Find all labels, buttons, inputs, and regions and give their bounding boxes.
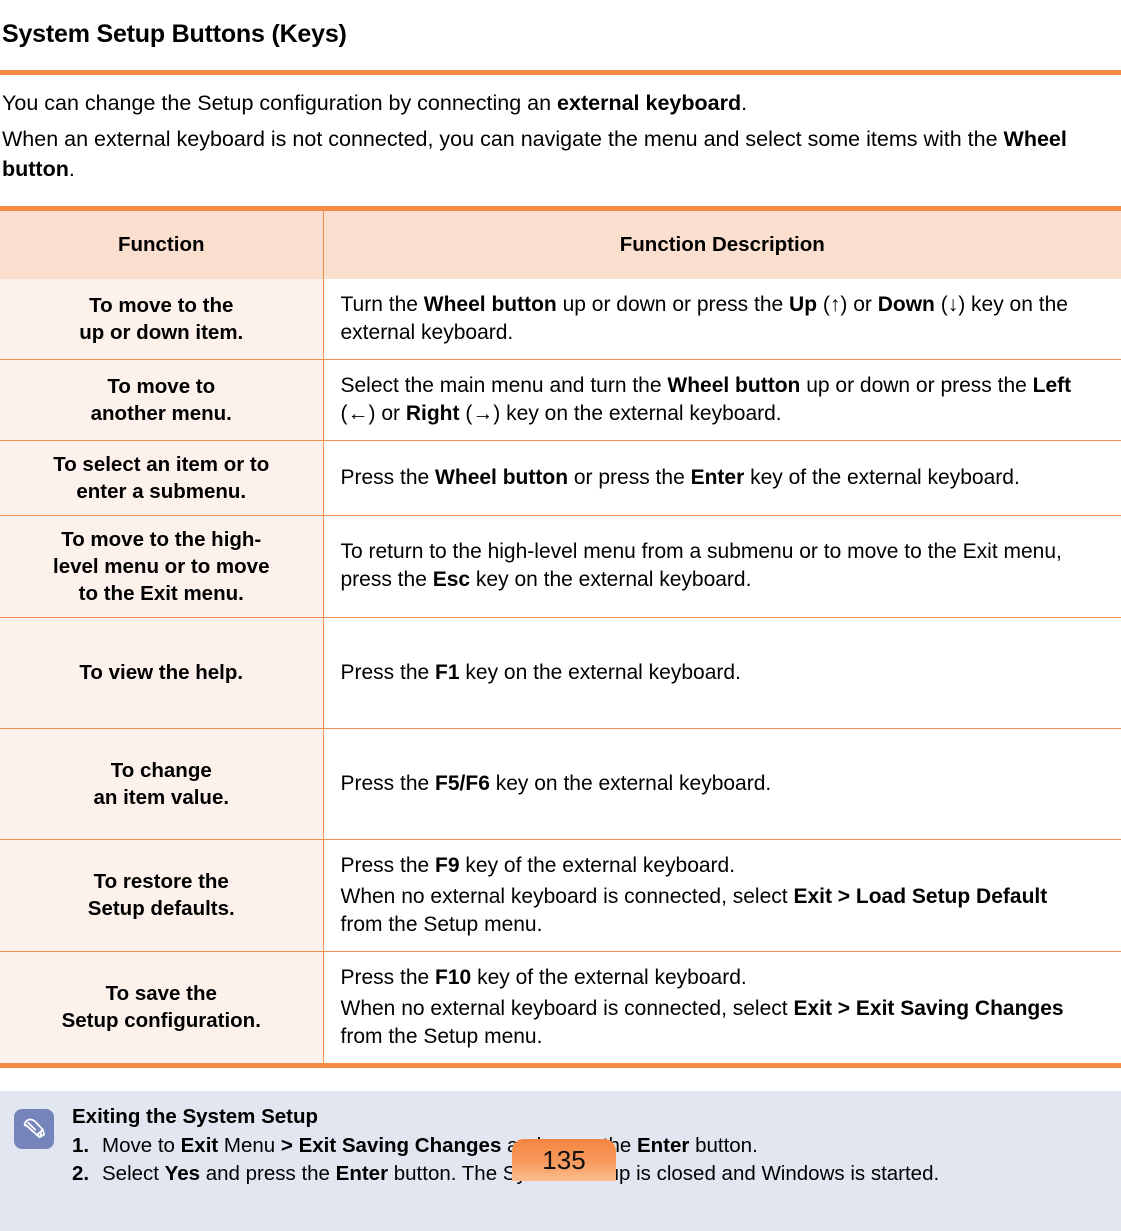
intro-paragraphs: You can change the Setup configuration b… xyxy=(0,88,1121,184)
intro-paragraph-2: When an external keyboard is not connect… xyxy=(2,126,1067,181)
cell-function: To move to another menu. xyxy=(0,359,324,441)
cell-function: To select an item or to enter a submenu. xyxy=(0,440,324,516)
table-row: To move to another menu. Select the main m… xyxy=(0,359,1121,441)
cell-function-description: Press the F9 key of the external keyboar… xyxy=(323,839,1121,952)
description-line: When no external keyboard is connected, … xyxy=(340,884,1048,936)
column-header-function: Function xyxy=(0,210,324,279)
note-title: Exiting the System Setup xyxy=(72,1104,319,1128)
note-step-number: 1. xyxy=(72,1133,90,1157)
document-page: System Setup Buttons (Keys) You can chan… xyxy=(0,17,1121,1231)
page-number-value: 135 xyxy=(542,1144,586,1175)
function-table: Function Function Description To move to… xyxy=(0,210,1121,1063)
cell-function-description: Press the Wheel button or press the Ente… xyxy=(323,440,1121,516)
page-title: System Setup Buttons (Keys) xyxy=(2,19,347,48)
description-line: Press the F5/F6 key on the external keyb… xyxy=(340,771,772,795)
table-row: To move to the high-level menu or to mov… xyxy=(0,515,1121,618)
cell-function: To restore the Setup defaults. xyxy=(0,839,324,952)
description-line: Press the F9 key of the external keyboar… xyxy=(340,853,736,877)
cell-function: To change an item value. xyxy=(0,728,324,840)
table-row: To move to the up or down item. Turn the W… xyxy=(0,278,1121,360)
description-line: When no external keyboard is connected, … xyxy=(340,996,1064,1048)
table-body: To move to the up or down item. Turn the W… xyxy=(0,278,1121,1063)
table-header-row: Function Function Description xyxy=(0,210,1121,279)
cell-function: To save the Setup configuration. xyxy=(0,951,324,1063)
description-line: Press the F1 key on the external keyboar… xyxy=(340,660,741,684)
pencil-note-icon xyxy=(14,1108,54,1149)
cell-function-description: Select the main menu and turn the Wheel … xyxy=(323,359,1121,441)
note-step-text: Move to Exit Menu > Exit Saving Changes … xyxy=(102,1133,758,1157)
cell-function-description: Press the F5/F6 key on the external keyb… xyxy=(323,728,1121,840)
description-line: Turn the Wheel button up or down or pres… xyxy=(340,292,1068,344)
description-line: Select the main menu and turn the Wheel … xyxy=(340,373,1072,425)
cell-function-description: To return to the high-level menu from a … xyxy=(323,515,1121,618)
cell-function-description: Turn the Wheel button up or down or pres… xyxy=(323,278,1121,360)
function-table-container: Function Function Description To move to… xyxy=(0,205,1121,1068)
page-number-badge: 135 xyxy=(512,1138,616,1181)
cell-function-description: Press the F1 key on the external keyboar… xyxy=(323,617,1121,729)
cell-function: To view the help. xyxy=(0,617,324,729)
column-header-function-description: Function Description xyxy=(323,210,1121,279)
table-head: Function Function Description xyxy=(0,210,1121,279)
table-row: To view the help. Press the F1 key on the… xyxy=(0,617,1121,729)
table-row: To restore the Setup defaults. Press the F… xyxy=(0,839,1121,952)
description-line: Press the F10 key of the external keyboa… xyxy=(340,965,747,989)
cell-function-description: Press the F10 key of the external keyboa… xyxy=(323,951,1121,1063)
table-row: To save the Setup configuration. Press the… xyxy=(0,951,1121,1063)
table-row: To change an item value. Press the F5/F6 k… xyxy=(0,728,1121,840)
intro-paragraph-1: You can change the Setup configuration b… xyxy=(2,90,748,115)
table-row: To select an item or to enter a submenu. P… xyxy=(0,440,1121,516)
description-line: Press the Wheel button or press the Ente… xyxy=(340,465,1020,489)
cell-function: To move to the high-level menu or to mov… xyxy=(0,515,324,618)
description-line: To return to the high-level menu from a … xyxy=(340,540,1062,591)
cell-function: To move to the up or down item. xyxy=(0,278,324,360)
title-accent-rule xyxy=(0,69,1121,75)
